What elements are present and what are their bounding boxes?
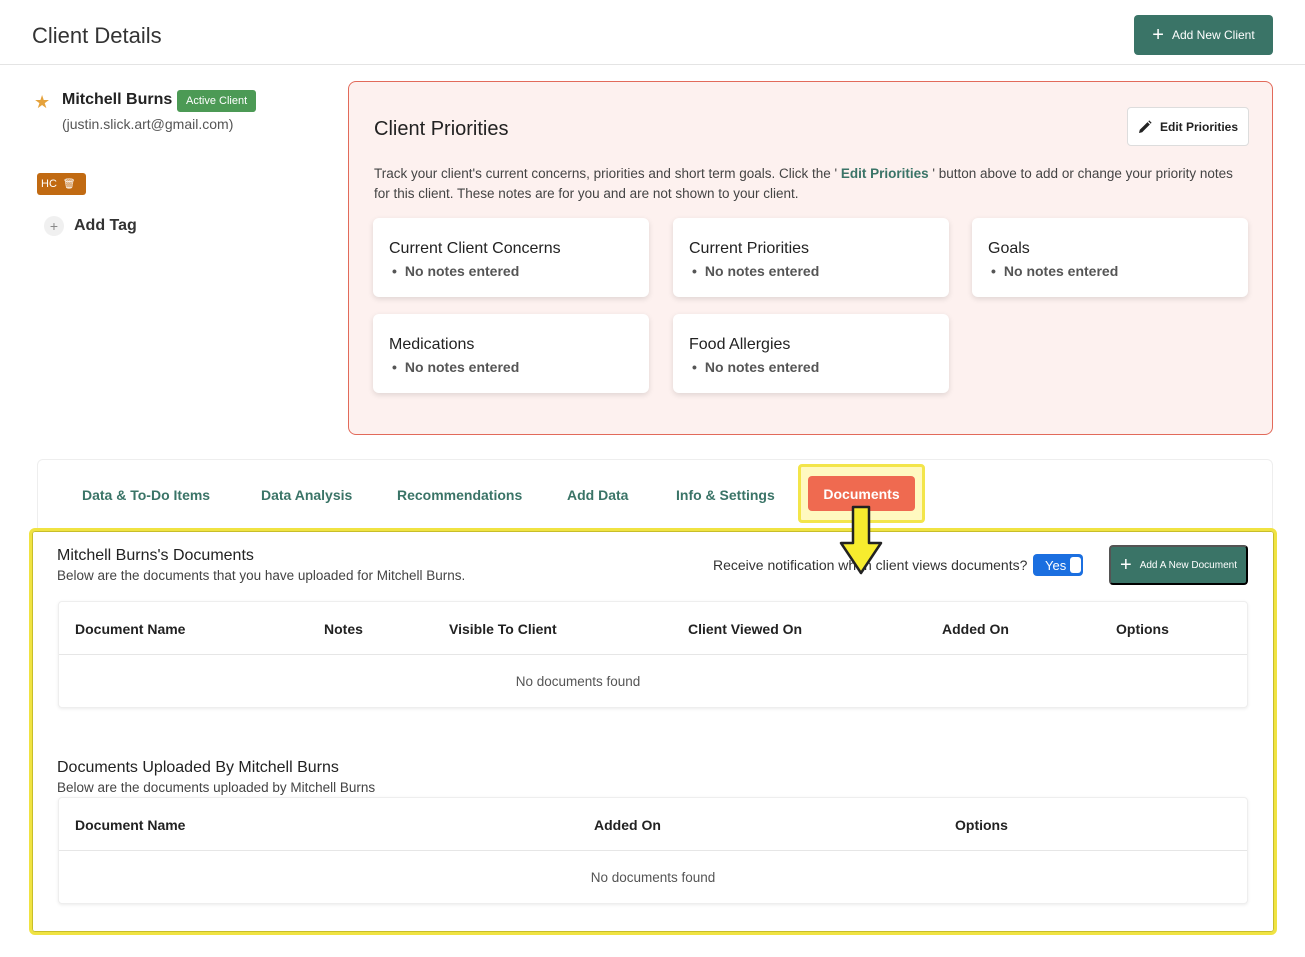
table-header: Document Name Added On Options xyxy=(59,798,1247,851)
card-title: Goals xyxy=(988,240,1030,257)
client-name: Mitchell Burns xyxy=(62,91,173,108)
tab-bar: Data & To-Do Items Data Analysis Recomme… xyxy=(37,459,1273,529)
priority-card-goals: Goals • No notes entered xyxy=(972,218,1248,297)
tab-data-todo[interactable]: Data & To-Do Items xyxy=(82,487,210,503)
card-note: • No notes entered xyxy=(392,359,520,375)
notification-toggle[interactable]: Yes xyxy=(1033,554,1083,576)
priority-card-concerns: Current Client Concerns • No notes entere… xyxy=(373,218,649,297)
status-badge: Active Client xyxy=(177,90,257,112)
column-header: Options xyxy=(955,817,1008,833)
desc-text: Track your client's current concerns, pr… xyxy=(374,166,838,181)
tab-info-settings[interactable]: Info & Settings xyxy=(676,487,775,503)
add-new-document-button[interactable]: + Add A New Document xyxy=(1109,545,1248,585)
card-note: • No notes entered xyxy=(692,359,820,375)
priority-card-food-allergies: Food Allergies • No notes entered xyxy=(673,314,949,393)
empty-message: No documents found xyxy=(515,673,641,689)
client-priorities-panel: Client Priorities Edit Priorities Track … xyxy=(348,81,1273,435)
documents-subtitle: Below are the documents that you have up… xyxy=(57,568,466,583)
add-new-client-button[interactable]: + Add New Client xyxy=(1134,15,1273,55)
pencil-icon xyxy=(1138,119,1152,133)
card-note: • No notes entered xyxy=(692,263,820,279)
tab-add-data[interactable]: Add Data xyxy=(567,487,628,503)
card-note: • No notes entered xyxy=(392,263,520,279)
priority-card-medications: Medications • No notes entered xyxy=(373,314,649,393)
column-header[interactable]: Notes xyxy=(324,621,363,637)
tag-label: HC xyxy=(41,178,57,190)
uploaded-documents-subtitle: Below are the documents uploaded by Mitc… xyxy=(57,780,376,795)
column-header[interactable]: Client Viewed On xyxy=(688,621,802,637)
tab-data-analysis[interactable]: Data Analysis xyxy=(261,487,352,503)
uploaded-documents-title: Documents Uploaded By Mitchell Burns xyxy=(57,759,339,776)
star-icon[interactable]: ★ xyxy=(34,92,50,113)
card-title: Medications xyxy=(389,336,475,353)
column-header[interactable]: Added On xyxy=(594,817,661,833)
client-email: (justin.slick.art@gmail.com) xyxy=(62,116,234,132)
toggle-knob xyxy=(1070,557,1081,573)
plus-icon: + xyxy=(1152,24,1164,46)
trash-icon[interactable]: 🗑 xyxy=(63,179,76,190)
column-header: Options xyxy=(1116,621,1169,637)
toggle-value: Yes xyxy=(1045,557,1067,573)
edit-priorities-label: Edit Priorities xyxy=(1159,119,1239,134)
documents-title: Mitchell Burns's Documents xyxy=(57,547,254,564)
plus-icon: + xyxy=(44,216,64,236)
edit-priorities-link[interactable]: Edit Priorities xyxy=(841,166,929,181)
arrow-down-icon xyxy=(839,505,883,575)
add-document-label: Add A New Document xyxy=(1139,559,1237,571)
add-tag-label: Add Tag xyxy=(74,217,137,234)
card-title: Food Allergies xyxy=(689,336,791,353)
table-header: Document Name Notes Visible To Client Cl… xyxy=(59,602,1247,655)
uploaded-documents-table: Document Name Added On Options No docume… xyxy=(58,797,1248,904)
add-tag-button[interactable]: + Add Tag xyxy=(44,216,137,236)
card-title: Current Priorities xyxy=(689,240,810,257)
column-header[interactable]: Document Name xyxy=(75,817,185,833)
empty-message: No documents found xyxy=(590,869,716,885)
priority-card-priorities: Current Priorities • No notes entered xyxy=(673,218,949,297)
card-title: Current Client Concerns xyxy=(389,240,561,257)
column-header[interactable]: Document Name xyxy=(75,621,185,637)
column-header[interactable]: Added On xyxy=(942,621,1009,637)
add-new-client-label: Add New Client xyxy=(1171,28,1255,42)
page-header: Client Details + Add New Client xyxy=(0,0,1305,65)
plus-icon: + xyxy=(1120,554,1132,576)
page-title: Client Details xyxy=(32,23,162,48)
tab-recommendations[interactable]: Recommendations xyxy=(397,487,522,503)
documents-table: Document Name Notes Visible To Client Cl… xyxy=(58,601,1248,708)
tag-chip: HC 🗑 xyxy=(37,173,86,195)
card-note: • No notes entered xyxy=(991,263,1119,279)
priorities-title: Client Priorities xyxy=(374,118,509,140)
priorities-description: Track your client's current concerns, pr… xyxy=(374,164,1244,204)
column-header[interactable]: Visible To Client xyxy=(449,621,557,637)
edit-priorities-button[interactable]: Edit Priorities xyxy=(1127,107,1249,146)
